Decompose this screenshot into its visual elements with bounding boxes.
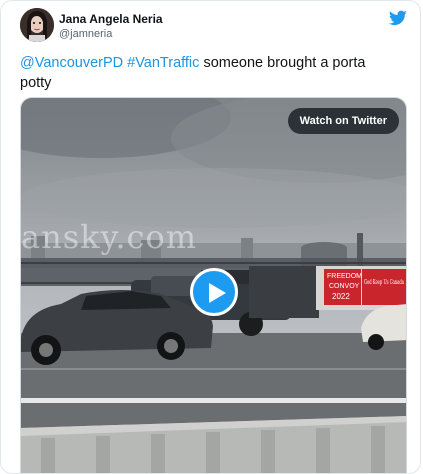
sign-god-keep: God Keep Us Canada: [364, 278, 404, 286]
author-handle[interactable]: @jamneria: [59, 28, 112, 40]
video-player[interactable]: FREEDOM CONVOY 2022 God Keep Us Canada a…: [20, 97, 407, 473]
watermark: ansky.com: [21, 218, 198, 256]
play-button[interactable]: [190, 268, 238, 316]
sign-freedom: FREEDOM: [327, 273, 362, 280]
avatar[interactable]: [20, 8, 54, 42]
embedded-tweet: Jana Angela Neria @jamneria @VancouverPD…: [0, 0, 421, 474]
play-icon: [209, 283, 226, 303]
sign-convoy: CONVOY: [329, 283, 360, 290]
watch-on-twitter-button[interactable]: Watch on Twitter: [287, 108, 399, 134]
tweet-text: @VancouverPD #VanTraffic someone brought…: [20, 53, 400, 93]
author-name[interactable]: Jana Angela Neria: [59, 12, 163, 26]
sign-year: 2022: [332, 292, 350, 301]
mention-link[interactable]: @VancouverPD: [20, 55, 123, 71]
hashtag-link[interactable]: #VanTraffic: [127, 55, 199, 71]
avatar-image: [20, 8, 54, 42]
twitter-bird-icon[interactable]: [388, 10, 407, 26]
